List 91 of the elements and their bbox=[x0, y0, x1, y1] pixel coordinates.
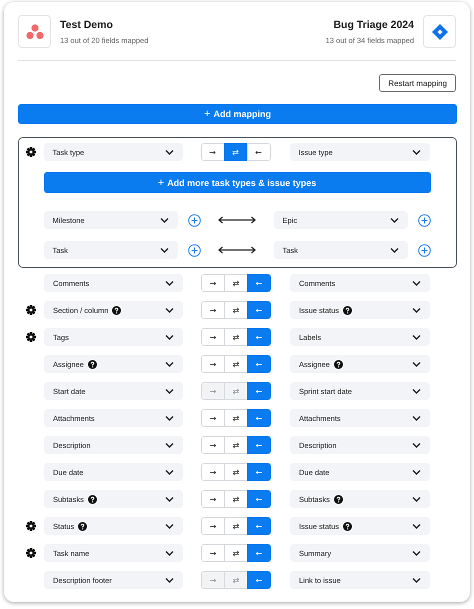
help-icon bbox=[112, 306, 122, 314]
direction-button[interactable]: ⇄ bbox=[224, 436, 248, 454]
direction-button[interactable]: → bbox=[201, 544, 225, 562]
chevron-down-icon bbox=[411, 467, 422, 477]
gear-icon[interactable] bbox=[26, 147, 36, 157]
chevron-down-icon bbox=[411, 521, 422, 531]
help-icon bbox=[334, 494, 343, 504]
chevron-down-icon bbox=[411, 494, 422, 504]
chevron-down-icon bbox=[164, 278, 175, 288]
direction-button[interactable]: ← bbox=[246, 143, 270, 161]
direction-button[interactable]: ← bbox=[247, 328, 271, 346]
chevron-down-icon bbox=[411, 278, 422, 288]
chevron-down-icon bbox=[410, 147, 422, 157]
direction-button[interactable]: → bbox=[201, 436, 225, 454]
chevron-down-icon bbox=[164, 332, 175, 342]
direction-button[interactable]: ⇄ bbox=[224, 544, 248, 562]
chevron-down-icon bbox=[164, 147, 174, 157]
help-icon bbox=[88, 494, 97, 504]
chevron-down-icon bbox=[411, 440, 422, 450]
chevron-down-icon bbox=[164, 575, 175, 585]
double-arrow-icon bbox=[218, 246, 256, 254]
direction-button[interactable]: → bbox=[201, 409, 225, 427]
gear-icon[interactable] bbox=[26, 548, 36, 558]
chevron-down-icon bbox=[411, 548, 422, 558]
direction-button[interactable]: → bbox=[201, 517, 225, 535]
direction-button[interactable]: → bbox=[200, 143, 224, 161]
direction-button[interactable]: ⇄ bbox=[224, 301, 248, 319]
help-icon bbox=[334, 360, 343, 368]
help-icon bbox=[88, 360, 97, 368]
direction-button[interactable]: ⇄ bbox=[224, 274, 248, 292]
chevron-down-icon bbox=[158, 215, 170, 225]
chevron-down-icon bbox=[411, 305, 422, 315]
chevron-down-icon bbox=[164, 467, 175, 477]
chevron-down-icon bbox=[411, 359, 422, 369]
diamond-logo-icon bbox=[432, 24, 448, 40]
direction-button[interactable]: → bbox=[201, 274, 225, 292]
direction-button[interactable]: ⇄ bbox=[224, 463, 248, 481]
direction-button[interactable]: ← bbox=[247, 571, 271, 589]
direction-button[interactable]: ← bbox=[247, 355, 271, 373]
project-title: Test Demo bbox=[60, 18, 114, 30]
project-title: Bug Triage 2024 bbox=[332, 18, 414, 30]
help-icon bbox=[343, 522, 352, 530]
chevron-down-icon bbox=[164, 305, 175, 315]
chevron-down-icon bbox=[164, 494, 175, 504]
chevron-down-icon bbox=[164, 548, 175, 558]
chevron-down-icon bbox=[388, 245, 400, 255]
add-mapping-button[interactable]: + Add mapping bbox=[18, 104, 457, 124]
add-circle-icon[interactable] bbox=[418, 244, 430, 256]
help-icon bbox=[78, 522, 88, 530]
three-dots-logo-icon bbox=[26, 24, 44, 40]
add-circle-icon[interactable] bbox=[188, 244, 200, 256]
restart-button[interactable]: Restart mapping bbox=[379, 74, 456, 92]
direction-button[interactable]: ← bbox=[247, 382, 271, 400]
chevron-down-icon bbox=[158, 245, 170, 255]
direction-button[interactable]: ← bbox=[247, 463, 271, 481]
double-arrow-icon bbox=[218, 216, 256, 224]
chevron-down-icon bbox=[164, 359, 175, 369]
help-icon bbox=[343, 306, 352, 314]
chevron-down-icon bbox=[411, 413, 422, 423]
add-circle-icon[interactable] bbox=[418, 214, 430, 226]
direction-button[interactable]: ← bbox=[247, 409, 271, 427]
chevron-down-icon bbox=[388, 215, 400, 225]
direction-button[interactable]: ← bbox=[247, 490, 271, 508]
direction-button[interactable]: ⇄ bbox=[224, 490, 248, 508]
chevron-down-icon bbox=[164, 440, 175, 450]
direction-button[interactable]: ⇄ bbox=[224, 355, 248, 373]
gear-icon[interactable] bbox=[26, 521, 36, 531]
chevron-down-icon bbox=[164, 413, 175, 423]
chevron-down-icon bbox=[411, 386, 422, 396]
direction-button[interactable]: → bbox=[201, 463, 225, 481]
direction-button[interactable]: ← bbox=[247, 301, 271, 319]
direction-button[interactable]: → bbox=[201, 328, 225, 346]
direction-button[interactable]: ← bbox=[247, 544, 271, 562]
direction-button[interactable]: ⇄ bbox=[224, 409, 248, 427]
direction-button[interactable]: ⇄ bbox=[224, 143, 248, 161]
direction-button[interactable]: ⇄ bbox=[224, 517, 248, 535]
gear-icon[interactable] bbox=[26, 305, 36, 315]
direction-button[interactable]: → bbox=[201, 301, 225, 319]
add-circle-icon[interactable] bbox=[188, 214, 200, 226]
chevron-down-icon bbox=[411, 332, 422, 342]
direction-button[interactable]: ← bbox=[247, 517, 271, 535]
add-more-types-button[interactable]: + Add more task types & issue types bbox=[44, 172, 430, 193]
chevron-down-icon bbox=[164, 521, 175, 531]
gear-icon[interactable] bbox=[26, 332, 36, 342]
direction-button[interactable]: ⇄ bbox=[224, 328, 248, 346]
chevron-down-icon bbox=[164, 386, 175, 396]
direction-button[interactable]: ← bbox=[247, 436, 271, 454]
direction-button[interactable]: ← bbox=[247, 274, 271, 292]
direction-button[interactable]: → bbox=[201, 490, 225, 508]
direction-button[interactable]: → bbox=[201, 355, 225, 373]
chevron-down-icon bbox=[411, 575, 422, 585]
